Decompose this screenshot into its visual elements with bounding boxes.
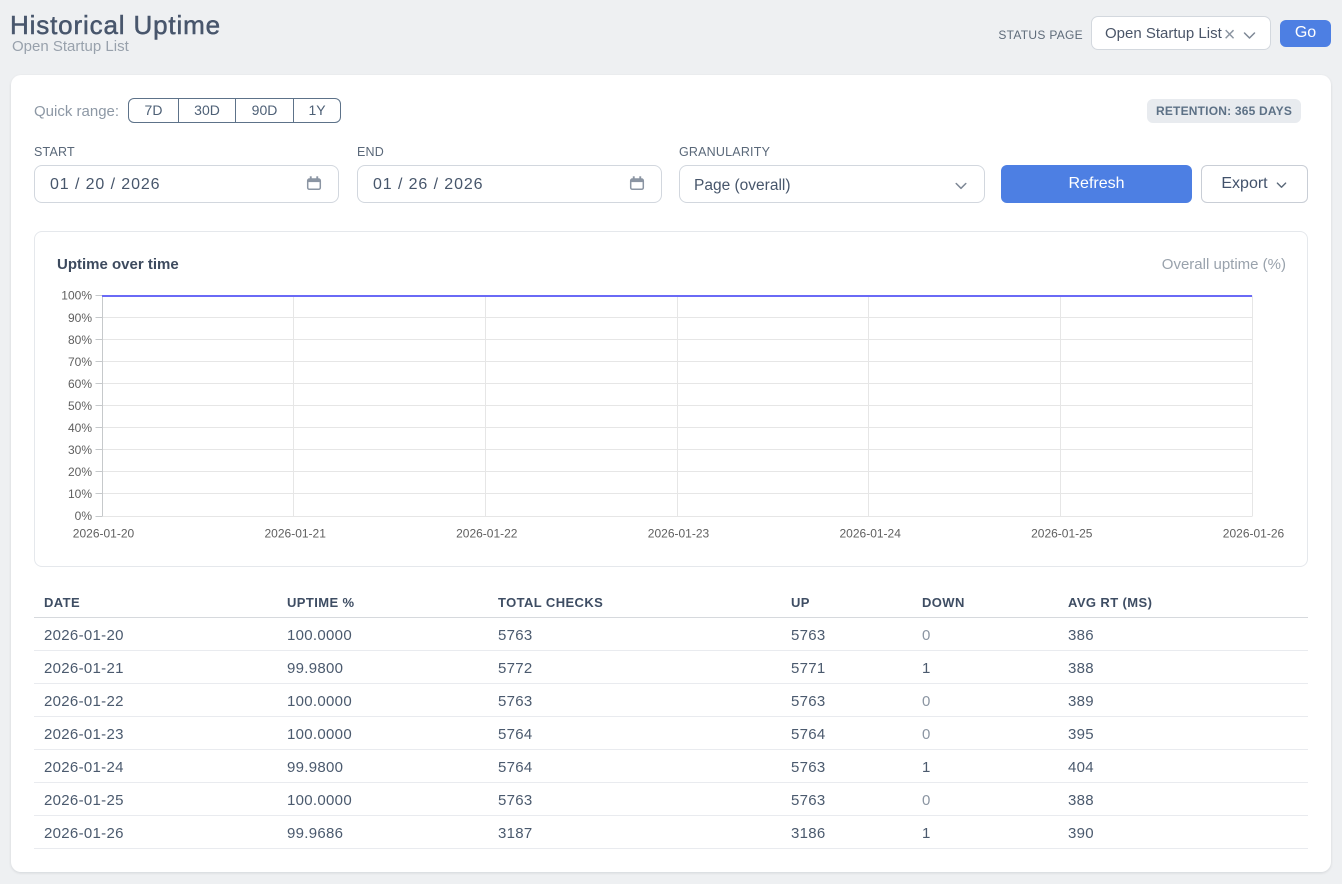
svg-text:2026-01-23: 2026-01-23 (648, 527, 710, 541)
svg-text:70%: 70% (68, 355, 92, 369)
svg-text:100%: 100% (61, 289, 92, 303)
svg-text:10%: 10% (68, 487, 92, 501)
svg-text:2026-01-24: 2026-01-24 (840, 527, 902, 541)
svg-text:2026-01-20: 2026-01-20 (73, 527, 135, 541)
svg-text:50%: 50% (68, 399, 92, 413)
svg-text:0%: 0% (75, 509, 93, 523)
svg-text:2026-01-21: 2026-01-21 (265, 527, 327, 541)
svg-text:2026-01-22: 2026-01-22 (456, 527, 518, 541)
svg-text:60%: 60% (68, 377, 92, 391)
svg-text:30%: 30% (68, 443, 92, 457)
svg-text:80%: 80% (68, 333, 92, 347)
svg-text:20%: 20% (68, 465, 92, 479)
svg-text:40%: 40% (68, 421, 92, 435)
svg-text:2026-01-25: 2026-01-25 (1031, 527, 1093, 541)
svg-text:90%: 90% (68, 311, 92, 325)
svg-text:2026-01-26: 2026-01-26 (1223, 527, 1285, 541)
